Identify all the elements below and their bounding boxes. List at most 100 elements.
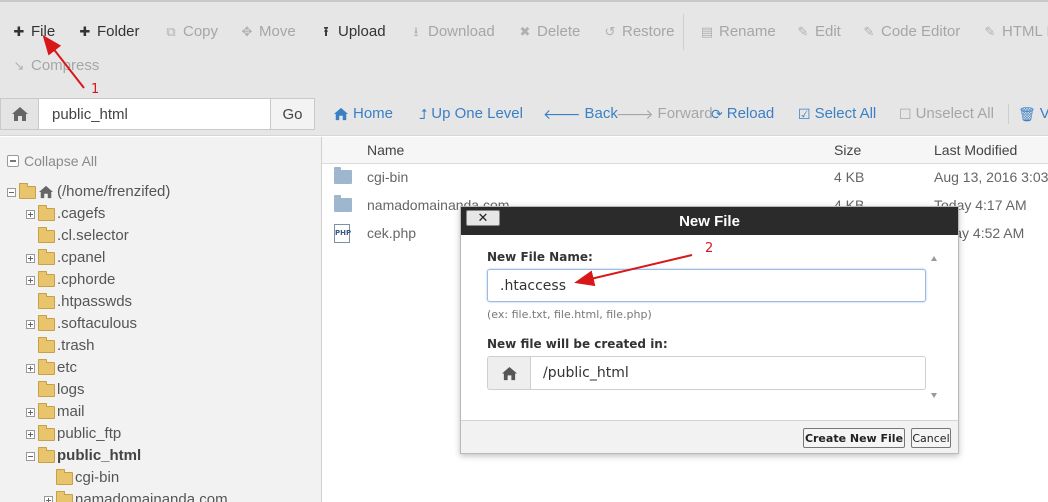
folder-tree: Collapse All (/home/frenzifed) .cagefs .… <box>0 137 322 502</box>
tree-item[interactable]: .cphorde <box>26 270 115 290</box>
php-file-icon: PHP <box>334 224 351 243</box>
tree-item[interactable]: cgi-bin <box>44 468 119 488</box>
folder-icon <box>334 195 352 212</box>
column-size[interactable]: Size <box>834 142 861 158</box>
up-one-level-button[interactable]: ⮥ Up One Level <box>419 104 523 124</box>
toolbar: ✚ File ✚ Folder ⧉ Copy ✥ Move ⭱ Upload ⭳… <box>0 0 1048 84</box>
plus-icon: ✚ <box>79 24 91 39</box>
upload-button[interactable]: ⭱ Upload <box>319 21 386 43</box>
delete-button[interactable]: ✖ Delete <box>518 21 581 43</box>
folder-icon <box>38 424 55 441</box>
checkbox-checked-icon: ☑ <box>798 106 811 122</box>
folder-icon <box>38 270 55 287</box>
path-home-button[interactable] <box>0 98 38 130</box>
tree-item[interactable]: mail <box>26 402 85 422</box>
column-name[interactable]: Name <box>367 142 404 158</box>
plus-icon <box>26 275 35 285</box>
html-editor-button[interactable]: ✎ HTML E <box>983 21 1048 43</box>
folder-open-icon <box>38 446 55 463</box>
upload-icon: ⭱ <box>323 24 329 39</box>
restore-button[interactable]: ↺ Restore <box>603 21 675 43</box>
folder-icon <box>38 314 55 331</box>
move-button[interactable]: ✥ Move <box>240 21 296 43</box>
tree-item[interactable]: .cagefs <box>26 204 105 224</box>
arrow-right-icon: 🡒 <box>616 106 654 122</box>
dialog-title: New File <box>679 213 740 230</box>
dialog-footer: Create New File Cancel <box>461 420 958 453</box>
close-icon[interactable]: ✕ <box>466 210 500 226</box>
view-trash-button[interactable]: 🗑 Vi <box>1018 104 1048 124</box>
tree-item[interactable]: .cl.selector <box>26 226 129 246</box>
download-button[interactable]: ⭳ Download <box>409 21 495 43</box>
home-icon <box>334 107 348 121</box>
reload-button[interactable]: ⟳ Reload <box>711 104 774 124</box>
restore-icon: ↺ <box>604 24 616 39</box>
new-file-button[interactable]: ✚ File <box>12 21 56 43</box>
code-editor-button[interactable]: ✎ Code Editor <box>862 21 961 43</box>
plus-icon <box>44 495 53 502</box>
cancel-button[interactable]: Cancel <box>911 428 951 448</box>
compress-icon: ↘ <box>13 58 25 73</box>
reload-icon: ⟳ <box>711 106 723 122</box>
new-folder-button[interactable]: ✚ Folder <box>78 21 140 43</box>
tree-item[interactable]: .htpasswds <box>26 292 132 312</box>
home-nav-button[interactable]: Home <box>333 104 393 124</box>
location-home-addon <box>487 356 531 390</box>
folder-icon <box>38 402 55 419</box>
plus-icon <box>26 363 35 373</box>
edit-button[interactable]: ✎ Edit <box>796 21 841 43</box>
arrow-left-icon: 🡐 <box>543 106 581 122</box>
navigation-bar: Go Home ⮥ Up One Level 🡐 Back 🡒 Forward … <box>0 84 1048 136</box>
select-all-button[interactable]: ☑ Select All <box>798 104 876 124</box>
collapse-icon <box>7 155 19 167</box>
column-last-modified[interactable]: Last Modified <box>934 142 1017 158</box>
unselect-all-button[interactable]: ☐ Unselect All <box>899 104 994 124</box>
tree-item[interactable]: .softaculous <box>26 314 137 334</box>
folder-open-icon <box>19 182 36 199</box>
compress-button[interactable]: ↘ Compress <box>12 55 100 77</box>
path-input[interactable] <box>38 98 271 130</box>
copy-button[interactable]: ⧉ Copy <box>164 21 218 43</box>
html-editor-icon: ✎ <box>984 24 996 39</box>
tree-item[interactable]: public_ftp <box>26 424 121 444</box>
plus-icon <box>26 253 35 263</box>
rename-button[interactable]: ▤ Rename <box>700 21 776 43</box>
rename-icon: ▤ <box>700 24 714 39</box>
collapse-all-button[interactable]: Collapse All <box>7 153 97 169</box>
code-editor-icon: ✎ <box>863 24 875 39</box>
back-button[interactable]: 🡐 Back <box>543 104 618 124</box>
forward-button[interactable]: 🡒 Forward <box>616 104 713 124</box>
minus-icon <box>26 451 35 461</box>
go-button[interactable]: Go <box>270 98 315 130</box>
dialog-scrollbar[interactable] <box>929 235 940 405</box>
home-icon <box>11 107 28 121</box>
file-name-label: New File Name: <box>487 250 593 264</box>
file-row[interactable]: cgi-bin 4 KB Aug 13, 2016 3:03 <box>322 164 1048 192</box>
create-new-file-button[interactable]: Create New File <box>803 428 905 448</box>
tree-item[interactable]: .cpanel <box>26 248 105 268</box>
download-icon: ⭳ <box>413 24 419 39</box>
location-input[interactable] <box>530 356 926 390</box>
tree-item[interactable]: logs <box>26 380 85 400</box>
dialog-body: New File Name: (ex: file.txt, file.html,… <box>461 235 958 420</box>
folder-icon <box>56 490 73 502</box>
folder-icon <box>38 358 55 375</box>
plus-icon <box>26 407 35 417</box>
minus-icon <box>7 187 16 197</box>
tree-item[interactable]: namadomainanda.com <box>44 490 228 502</box>
checkbox-empty-icon: ☐ <box>899 106 912 122</box>
tree-root[interactable]: (/home/frenzifed) <box>7 182 170 202</box>
tree-item[interactable]: .trash <box>26 336 95 356</box>
plus-icon <box>26 319 35 329</box>
copy-icon: ⧉ <box>166 24 176 39</box>
tree-item-selected[interactable]: public_html <box>26 446 141 466</box>
plus-icon <box>26 209 35 219</box>
scroll-up-icon <box>931 256 937 261</box>
file-list-header: Name Size Last Modified <box>322 137 1048 164</box>
level-up-icon: ⮥ <box>419 106 428 122</box>
file-name-input[interactable] <box>487 269 926 302</box>
tree-item[interactable]: etc <box>26 358 77 378</box>
folder-icon <box>38 248 55 265</box>
annotation-label-2: 2 <box>705 241 714 256</box>
toolbar-divider <box>683 14 684 50</box>
